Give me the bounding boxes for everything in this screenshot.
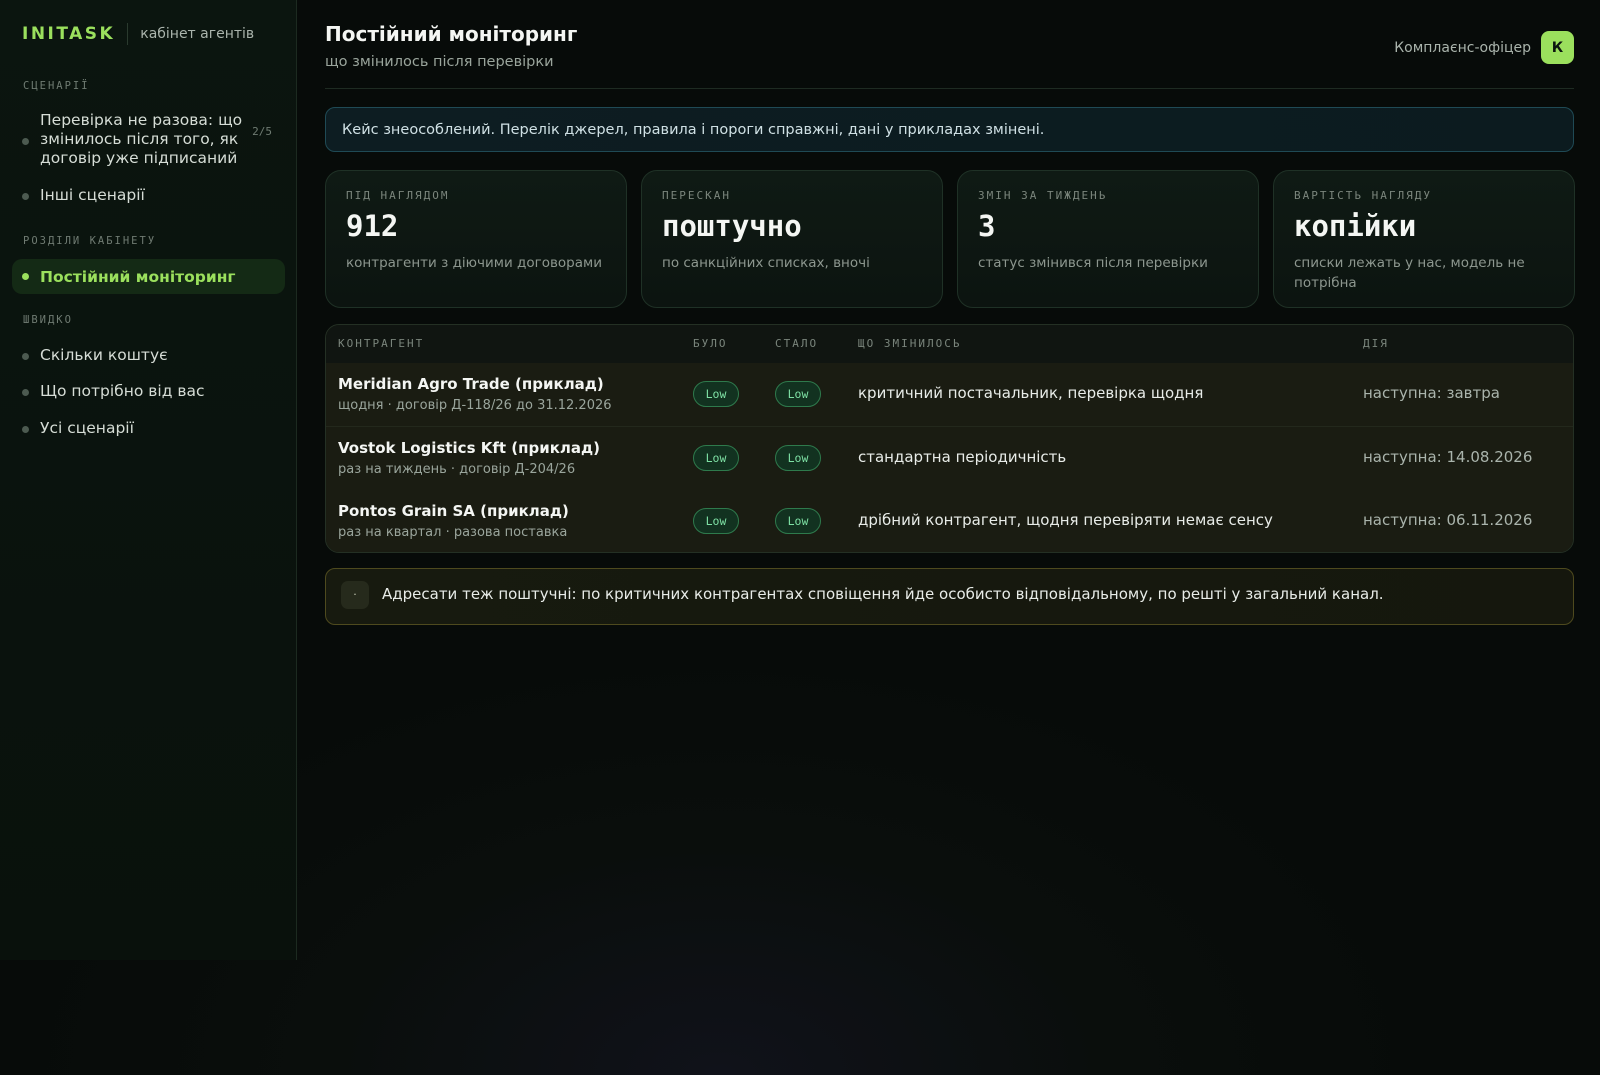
column-header-now: СТАЛО (775, 337, 819, 350)
bullet-icon (22, 273, 29, 280)
sidebar-item-other-scenarios[interactable]: Інші сценарії (22, 186, 145, 205)
scenario-count: 2/5 (252, 125, 273, 138)
section-title-quick: ШВИДКО (23, 314, 73, 326)
stat-description: списки лежать у нас, модель не потрібна (1294, 255, 1525, 291)
page-title: Постійний моніторинг (325, 22, 578, 46)
stat-value: 3 (978, 209, 996, 243)
bullet-icon (22, 353, 29, 360)
column-header-changed: ЩО ЗМІНИЛОСЬ (858, 337, 962, 350)
note-text: Адресати теж поштучні: по критичних конт… (382, 584, 1384, 603)
sidebar-item-label: Інші сценарії (40, 186, 145, 204)
recipients-note: · Адресати теж поштучні: по критичних ко… (325, 568, 1574, 625)
sidebar-item-label: Усі сценарії (40, 419, 134, 437)
counterparty-name: Vostok Logistics Kft (приклад) (338, 439, 600, 457)
sidebar: INITASK кабінет агентів СЦЕНАРІЇ Перевір… (0, 0, 297, 960)
counterparty-meta: щодня · договір Д-118/26 до 31.12.2026 (338, 398, 612, 413)
risk-badge-now: Low (775, 508, 821, 534)
brand-divider (127, 23, 129, 45)
table-header: КОНТРАГЕНТ БУЛО СТАЛО ЩО ЗМІНИЛОСЬ ДІЯ (326, 325, 1573, 364)
next-check: наступна: завтра (1363, 384, 1500, 402)
column-header-counterparty: КОНТРАГЕНТ (338, 337, 425, 350)
stat-label: ПІД НАГЛЯДОМ (346, 189, 450, 202)
brand-subtitle: кабінет агентів (140, 26, 255, 42)
counterparty-name: Meridian Agro Trade (приклад) (338, 375, 604, 393)
stat-card-monitored: ПІД НАГЛЯДОМ 912 контрагенти з діючими д… (325, 170, 627, 308)
avatar[interactable]: К (1541, 31, 1574, 64)
counterparty-name: Pontos Grain SA (приклад) (338, 502, 569, 520)
column-header-was: БУЛО (693, 337, 728, 350)
dot-icon: · (341, 580, 369, 609)
section-title-scenarios: СЦЕНАРІЇ (23, 80, 90, 92)
user-menu[interactable]: Комплаєнс-офіцер К (1394, 31, 1574, 64)
page-subtitle: що змінилось після перевірки (325, 54, 554, 70)
risk-badge-was: Low (693, 445, 739, 471)
sidebar-item-label: Постійний моніторинг (40, 267, 236, 286)
table-row[interactable]: Vostok Logistics Kft (приклад) раз на ти… (326, 427, 1573, 491)
bullet-icon (22, 138, 29, 145)
stat-label: ПЕРЕСКАН (662, 189, 731, 202)
sidebar-item-scenario-main[interactable]: Перевірка не разова: що змінилось після … (22, 111, 272, 168)
next-check: наступна: 14.08.2026 (1363, 448, 1533, 466)
table-row[interactable]: Meridian Agro Trade (приклад) щодня · до… (326, 363, 1573, 427)
risk-badge-was: Low (693, 381, 739, 407)
sidebar-item-monitoring[interactable]: Постійний моніторинг (12, 259, 285, 294)
scenario-line: договір уже підписаний (40, 149, 238, 167)
stat-description: статус змінився після перевірки (978, 255, 1208, 271)
bullet-icon (22, 389, 29, 396)
scenario-line: змінилось після того, як (40, 130, 239, 148)
monitoring-table: КОНТРАГЕНТ БУЛО СТАЛО ЩО ЗМІНИЛОСЬ ДІЯ M… (325, 324, 1574, 553)
risk-badge-now: Low (775, 381, 821, 407)
header-divider (325, 88, 1574, 89)
scenario-line: Перевірка не разова: що (40, 111, 243, 129)
user-role: Комплаєнс-офіцер (1394, 39, 1531, 56)
stat-value: поштучно (662, 209, 802, 243)
sidebar-item-label: Скільки коштує (40, 346, 168, 364)
change-description: стандартна періодичність (858, 448, 1067, 466)
counterparty-meta: раз на квартал · разова поставка (338, 525, 568, 540)
change-description: критичний постачальник, перевірка щодня (858, 384, 1204, 402)
bullet-icon (22, 193, 29, 200)
stat-value: 912 (346, 209, 399, 243)
stat-label: ВАРТІСТЬ НАГЛЯДУ (1294, 189, 1432, 202)
stat-card-weekly-changes: ЗМІН ЗА ТИЖДЕНЬ 3 статус змінився після … (957, 170, 1259, 308)
bullet-icon (22, 426, 29, 433)
notice-text: Кейс знеособлений. Перелік джерел, прави… (342, 121, 1045, 138)
stat-description: по санкційних списках, вночі (662, 255, 870, 271)
risk-badge-now: Low (775, 445, 821, 471)
sidebar-item-pricing[interactable]: Скільки коштує (22, 346, 168, 365)
anonymization-notice: Кейс знеособлений. Перелік джерел, прави… (325, 107, 1574, 152)
stat-card-cost: ВАРТІСТЬ НАГЛЯДУ копійки списки лежать у… (1273, 170, 1575, 308)
change-description: дрібний контрагент, щодня перевіряти нем… (858, 511, 1273, 529)
brand[interactable]: INITASK кабінет агентів (22, 22, 254, 46)
sidebar-item-requirements[interactable]: Що потрібно від вас (22, 382, 205, 401)
stat-label: ЗМІН ЗА ТИЖДЕНЬ (978, 189, 1108, 202)
stat-card-rescan: ПЕРЕСКАН поштучно по санкційних списках,… (641, 170, 943, 308)
risk-badge-was: Low (693, 508, 739, 534)
sidebar-item-all-scenarios[interactable]: Усі сценарії (22, 419, 134, 438)
section-title-cabinet: РОЗДІЛИ КАБІНЕТУ (23, 235, 157, 247)
stat-description: контрагенти з діючими договорами (346, 255, 602, 271)
sidebar-item-label: Перевірка не разова: що змінилось після … (40, 111, 242, 168)
stat-value: копійки (1294, 209, 1417, 243)
counterparty-meta: раз на тиждень · договір Д-204/26 (338, 462, 576, 477)
column-header-action: ДІЯ (1363, 337, 1389, 350)
table-row[interactable]: Pontos Grain SA (приклад) раз на квартал… (326, 490, 1573, 552)
next-check: наступна: 06.11.2026 (1363, 511, 1533, 529)
sidebar-item-label: Що потрібно від вас (40, 382, 205, 400)
brand-logo[interactable]: INITASK (22, 24, 115, 44)
